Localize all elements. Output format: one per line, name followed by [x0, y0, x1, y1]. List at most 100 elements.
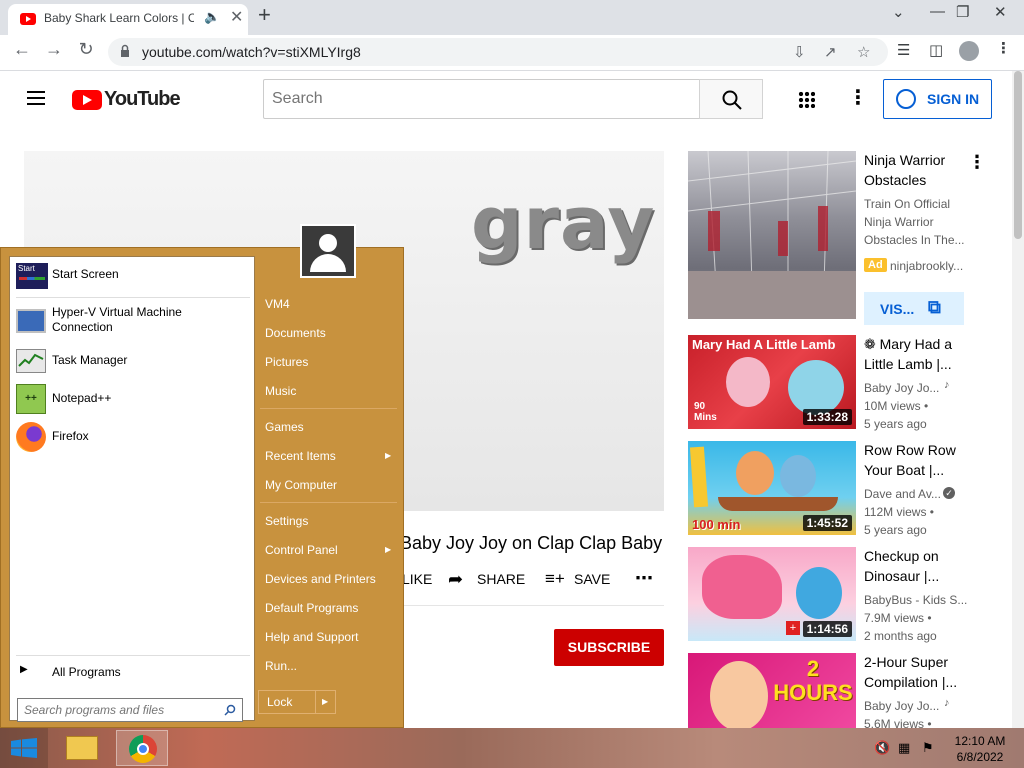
start-right-run[interactable]: Run... [265, 659, 297, 673]
tab-close-icon[interactable]: ✕ [230, 7, 243, 27]
network-icon[interactable]: ▦ [898, 740, 910, 756]
tab-search-icon[interactable]: ⌄ [892, 3, 905, 21]
rec-thumbnail[interactable]: 100 min 1:45:52 [688, 441, 856, 535]
speaker-icon[interactable]: 🔈 [204, 9, 220, 25]
bookmark-star-icon[interactable]: ☆ [857, 43, 870, 61]
action-center-flag-icon[interactable]: ⚑ [922, 740, 934, 756]
lock-options-arrow-icon[interactable]: ▶ [322, 697, 328, 706]
taskbar-clock[interactable]: 12:10 AM 6/8/2022 [938, 733, 1022, 765]
rec-channel[interactable]: BabyBus - Kids S... [864, 591, 974, 609]
browser-tab[interactable]: Baby Shark Learn Colors | Co 🔈 ✕ [8, 4, 248, 35]
character-graphic [796, 567, 842, 619]
start-item-start-screen[interactable]: Start Start Screen [16, 259, 250, 291]
start-item-firefox[interactable]: Firefox [16, 421, 250, 453]
rec-title[interactable]: Ninja Warrior Obstacles [864, 150, 974, 190]
hamburger-menu-icon[interactable] [27, 91, 45, 105]
all-programs-button[interactable]: ▶ All Programs [16, 663, 250, 683]
visit-label: VIS... [880, 301, 915, 317]
start-item-label: Notepad++ [52, 391, 112, 405]
start-search-input[interactable] [17, 698, 243, 722]
side-panel-icon[interactable]: ◫ [929, 41, 943, 59]
music-note-icon: ♪ [944, 697, 950, 709]
start-right-control-panel[interactable]: Control Panel [265, 543, 338, 557]
subscribe-button[interactable]: SUBSCRIBE [554, 629, 664, 666]
user-account-picture[interactable] [300, 224, 356, 278]
visit-site-button[interactable]: VIS... ⧉ [864, 292, 964, 325]
more-actions-icon[interactable]: ⋯ [635, 568, 653, 589]
start-item-task-manager[interactable]: Task Manager [16, 345, 250, 377]
page-scrollbar[interactable] [1012, 71, 1024, 728]
submenu-arrow-icon: ▶ [385, 451, 392, 460]
rec-thumbnail[interactable]: Mary Had A Little Lamb 90 Mins 1:33:28 [688, 335, 856, 429]
search-icon [224, 704, 236, 716]
rec-thumbnail[interactable]: + 1:14:56 [688, 547, 856, 641]
search-input[interactable] [263, 79, 700, 119]
rec-title[interactable]: Checkup on Dinosaur |... [864, 546, 974, 586]
lock-button[interactable]: Lock ▶ [258, 690, 336, 714]
rec-thumbnail[interactable]: 2 HOURS [688, 653, 856, 728]
character-graphic [788, 360, 844, 415]
start-right-documents[interactable]: Documents [265, 326, 326, 340]
address-bar[interactable]: youtube.com/watch?v=stiXMLYIrg8 ⇩ ↗ ☆ [108, 38, 888, 66]
user-body-icon [310, 254, 346, 272]
rec-channel[interactable]: Baby Joy Jo... [864, 379, 944, 397]
media-control-icon[interactable]: ☰ [897, 41, 910, 59]
menu-dots-icon[interactable]: ⋮ [996, 39, 1011, 57]
divider [16, 297, 250, 298]
share-label: SHARE [477, 571, 526, 587]
submenu-arrow-icon: ▶ [385, 545, 392, 554]
start-button[interactable] [0, 728, 48, 768]
start-right-default-programs[interactable]: Default Programs [265, 601, 358, 615]
rec-title[interactable]: ❁ Mary Had a Little Lamb |... [864, 334, 974, 374]
rec-channel[interactable]: Dave and Av... [864, 485, 942, 503]
like-button[interactable]: LIKE [402, 571, 432, 587]
start-right-settings[interactable]: Settings [265, 514, 308, 528]
start-right-help-support[interactable]: Help and Support [265, 630, 358, 644]
rec-title[interactable]: Row Row Row Your Boat |... [864, 440, 974, 480]
share-icon[interactable]: ↗ [824, 43, 837, 61]
start-item-hyper-v[interactable]: Hyper-V Virtual Machine Connection [16, 303, 250, 343]
scrollbar-thumb[interactable] [1014, 71, 1022, 239]
search-icon [722, 90, 742, 110]
start-right-vm4[interactable]: VM4 [265, 297, 290, 311]
rec-menu-icon[interactable]: ⋮ [968, 152, 986, 173]
profile-avatar-icon[interactable] [959, 41, 979, 61]
youtube-logo-icon[interactable] [72, 90, 102, 110]
install-icon[interactable]: ⇩ [793, 43, 806, 61]
video-overlay-word: gray [471, 181, 656, 265]
start-right-devices-printers[interactable]: Devices and Printers [265, 572, 376, 586]
sign-in-button[interactable]: SIGN IN [883, 79, 992, 119]
video-duration: 1:33:28 [802, 409, 852, 425]
search-button[interactable] [699, 79, 763, 119]
apps-grid-icon[interactable] [798, 91, 815, 108]
divider [260, 408, 397, 409]
rec-views: 5.6M views • [864, 717, 932, 728]
taskbar-file-explorer[interactable] [56, 730, 108, 766]
gym-scene-graphic [688, 151, 856, 319]
rec-description: Obstacles In The... [864, 233, 965, 247]
rec-title[interactable]: 2-Hour Super Compilation |... [864, 652, 974, 692]
minimize-icon[interactable]: — [930, 3, 945, 20]
window-close-icon[interactable]: ✕ [994, 3, 1007, 21]
forward-icon[interactable]: → [42, 39, 66, 60]
new-tab-icon[interactable]: + [258, 2, 271, 28]
notepad-plus-plus-icon: ++ [16, 384, 46, 414]
start-right-pictures[interactable]: Pictures [265, 355, 308, 369]
restore-icon[interactable]: ❐ [956, 3, 969, 21]
rec-channel[interactable]: Baby Joy Jo... [864, 697, 944, 715]
youtube-wordmark[interactable]: YouTube [104, 88, 181, 111]
start-right-my-computer[interactable]: My Computer [265, 478, 337, 492]
settings-dots-icon[interactable]: ⋮ [848, 85, 868, 110]
start-right-recent-items[interactable]: Recent Items [265, 449, 336, 463]
ad-badge: Ad [864, 258, 887, 272]
rec-channel[interactable]: ninjabrookly... [890, 257, 970, 275]
volume-muted-icon[interactable]: 🔇 [874, 740, 890, 756]
rec-thumbnail[interactable] [688, 151, 856, 319]
start-right-music[interactable]: Music [265, 384, 296, 398]
user-head-icon [319, 234, 337, 252]
start-item-notepad-plus-plus[interactable]: ++ Notepad++ [16, 383, 250, 415]
start-right-games[interactable]: Games [265, 420, 304, 434]
taskbar-chrome[interactable] [116, 730, 168, 766]
reload-icon[interactable]: ↻ [74, 39, 98, 60]
back-icon[interactable]: ← [10, 39, 34, 60]
